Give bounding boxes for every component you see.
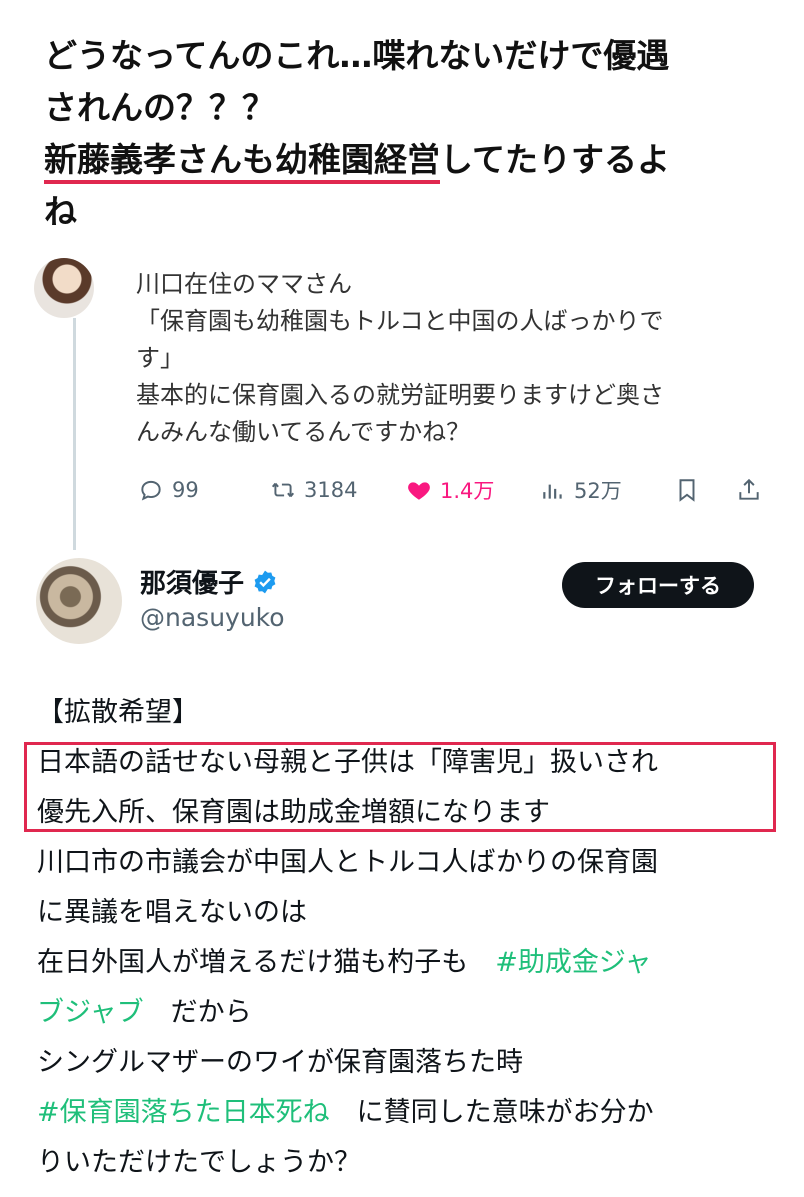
- headline-line-3-rest: してたりするよ: [440, 140, 671, 179]
- like-button[interactable]: 1.4万: [406, 475, 494, 505]
- hashtag-link[interactable]: #助成金ジャ: [495, 947, 651, 978]
- author-name-row[interactable]: 那須優子: [140, 563, 278, 600]
- headline-line-2: されんの？？？: [44, 88, 275, 127]
- repost-icon: [271, 482, 295, 498]
- headline-line-3: 新藤義孝さんも幼稚園経営してたりするよ: [44, 134, 764, 186]
- headline-underlined-text: 新藤義孝さんも幼稚園経営: [44, 140, 440, 184]
- repost-button[interactable]: 3184: [270, 477, 357, 503]
- quoted-text-line: す」: [136, 344, 184, 372]
- quoted-author-name: 川口在住のママさん: [136, 270, 352, 298]
- quoted-author-avatar[interactable]: [34, 258, 94, 318]
- tweet-text-segment: に賛同した意味がお分か: [329, 1097, 654, 1128]
- reply-icon: [141, 480, 161, 501]
- post-action-bar: 99 3184 1.4万 52万: [136, 470, 776, 510]
- thread-connector-line: [73, 318, 76, 550]
- tweet-text-line: 川口市の市議会が中国人とトルコ人ばかりの保育園: [37, 847, 658, 878]
- author-avatar[interactable]: [36, 558, 122, 644]
- hashtag-link[interactable]: #保育園落ちた日本死ね: [37, 1097, 330, 1128]
- author-handle[interactable]: @nasuyuko: [140, 603, 285, 632]
- views-button[interactable]: 52万: [540, 475, 622, 505]
- tweet-text-line: に異議を唱えないのは: [37, 897, 307, 928]
- views-count: 52万: [574, 479, 622, 503]
- quoted-text-line: 「保育園も幼稚園もトルコと中国の人ばっかりで: [136, 307, 664, 335]
- quoted-text-line: 基本的に保育園入るの就労証明要りますけど奥さ: [136, 381, 664, 409]
- follow-button[interactable]: フォローする: [562, 562, 754, 608]
- bookmark-button[interactable]: [674, 477, 700, 503]
- share-icon: [739, 478, 759, 500]
- reply-count: 99: [172, 478, 199, 502]
- verified-badge-icon: [252, 569, 278, 595]
- highlight-box: [24, 742, 776, 832]
- quoted-post[interactable]: 川口在住のママさん 「保育園も幼稚園もトルコと中国の人ばっかりで す」 基本的に…: [136, 266, 776, 451]
- tweet-text-line: ブジャブ だから: [37, 988, 787, 1038]
- like-count: 1.4万: [440, 479, 495, 503]
- bookmark-icon: [679, 479, 695, 502]
- headline: どうなってんのこれ…喋れないだけで優遇 されんの？？？ 新藤義孝さんも幼稚園経営…: [44, 30, 764, 238]
- repost-count: 3184: [304, 478, 358, 502]
- quoted-text-line: んみんな働いてるんですかね？: [136, 418, 471, 446]
- tweet-text-segment: 在日外国人が増えるだけ猫も杓子も: [37, 947, 496, 978]
- tweet-text-line: りいただけたでしょうか？: [37, 1147, 361, 1178]
- views-chart-icon: [543, 484, 562, 499]
- hashtag-link[interactable]: ブジャブ: [37, 997, 144, 1028]
- share-button[interactable]: [736, 477, 762, 503]
- tweet-text-segment: だから: [143, 997, 252, 1028]
- reply-button[interactable]: 99: [138, 477, 199, 503]
- headline-line-4: ね: [44, 192, 77, 231]
- tweet-text-line: シングルマザーのワイが保育園落ちた時: [37, 1047, 523, 1078]
- headline-line-1: どうなってんのこれ…喋れないだけで優遇: [44, 36, 670, 75]
- tweet-text-line: #保育園落ちた日本死ね に賛同した意味がお分か: [37, 1088, 787, 1138]
- author-name: 那須優子: [140, 569, 245, 599]
- tweet-text-line: 在日外国人が増えるだけ猫も杓子も #助成金ジャ: [37, 938, 787, 988]
- tweet-text-line: 【拡散希望】: [37, 697, 199, 728]
- heart-icon: [408, 482, 430, 500]
